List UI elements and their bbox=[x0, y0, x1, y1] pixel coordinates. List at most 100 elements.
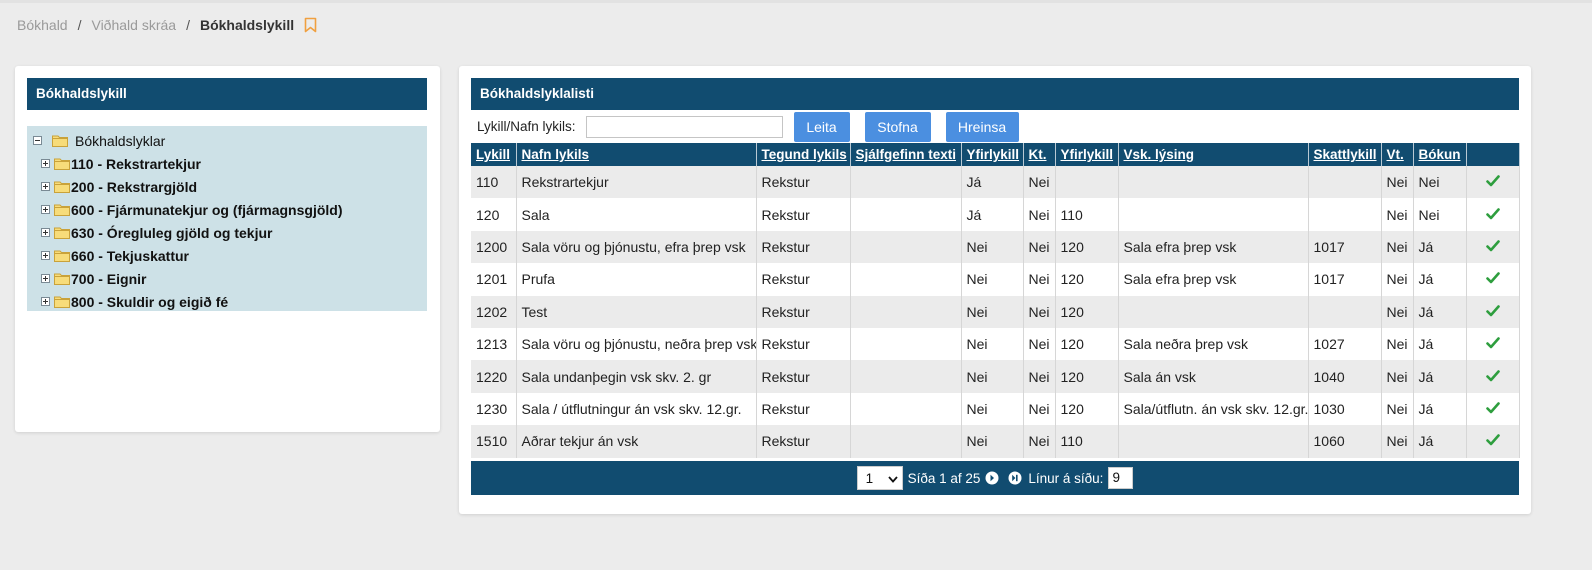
page-title: Bókhaldslykill bbox=[199, 17, 295, 33]
column-header-tegund[interactable]: Tegund lykils bbox=[756, 143, 851, 166]
check-icon[interactable] bbox=[1485, 271, 1500, 284]
account-list-panel: Bókhaldslyklalisti Lykill/Nafn lykils: L… bbox=[459, 66, 1531, 514]
next-page-icon[interactable] bbox=[985, 471, 999, 485]
cell-action bbox=[1466, 425, 1520, 458]
cell-lykill: 1230 bbox=[471, 392, 517, 426]
collapse-icon[interactable] bbox=[33, 136, 42, 145]
cell-nafn: Sala vöru og þjónustu, neðra þrep vsk bbox=[516, 327, 757, 361]
cell-lykill: 1202 bbox=[471, 295, 517, 328]
last-page-icon[interactable] bbox=[1008, 471, 1022, 485]
cell-sjalfgefinn-texti bbox=[850, 425, 962, 458]
column-header-sjalfgefinn-texti[interactable]: Sjálfgefinn texti bbox=[850, 143, 962, 166]
column-header-lykill[interactable]: Lykill bbox=[471, 143, 517, 166]
tree-item-660[interactable]: 660 - Tekjuskattur bbox=[27, 244, 427, 267]
check-icon[interactable] bbox=[1485, 207, 1500, 219]
table-row[interactable]: 1200 Sala vöru og þjónustu, efra þrep vsk… bbox=[471, 230, 1520, 264]
table-row[interactable]: 1510 Aðrar tekjur án vsk Rekstur Nei Nei 110 1… bbox=[471, 425, 1520, 458]
cell-kt: Nei bbox=[1023, 425, 1056, 458]
table-row[interactable]: 1213 Sala vöru og þjónustu, neðra þrep vs… bbox=[471, 327, 1520, 361]
cell-sjalfgefinn-texti bbox=[850, 360, 962, 393]
tree-root-label: Bókhaldslyklar bbox=[75, 132, 166, 149]
clear-button[interactable]: Hreinsa bbox=[945, 111, 1019, 142]
column-header-kt[interactable]: Kt. bbox=[1023, 143, 1056, 166]
cell-action bbox=[1466, 230, 1520, 264]
tree-item-200[interactable]: 200 - Rekstrargjöld bbox=[27, 175, 427, 198]
cell-bokun: Já bbox=[1413, 327, 1467, 361]
expand-icon[interactable] bbox=[41, 297, 50, 306]
search-button[interactable]: Leita bbox=[793, 111, 850, 142]
tree-item-630[interactable]: 630 - Óregluleg gjöld og tekjur bbox=[27, 221, 427, 244]
table-row[interactable]: 110 Rekstrartekjur Rekstur Já Nei Nei Nei bbox=[471, 166, 1520, 199]
cell-tegund: Rekstur bbox=[756, 425, 851, 458]
tree-item-600[interactable]: 600 - Fjármunatekjur og (fjármagnsgjöld) bbox=[27, 198, 427, 221]
cell-nafn: Sala bbox=[516, 198, 757, 231]
cell-yfirlykill-2: 120 bbox=[1055, 327, 1119, 361]
table-row[interactable]: 1230 Sala / útflutningur án vsk skv. 12.g… bbox=[471, 392, 1520, 426]
cell-yfirlykill-2: 110 bbox=[1055, 198, 1119, 231]
cell-tegund: Rekstur bbox=[756, 360, 851, 393]
check-icon[interactable] bbox=[1485, 304, 1500, 317]
cell-vt: Nei bbox=[1381, 425, 1414, 458]
cell-vsk-lysing bbox=[1118, 198, 1309, 231]
cell-skattlykill: 1017 bbox=[1308, 230, 1382, 264]
folder-icon bbox=[54, 157, 70, 170]
page-select[interactable]: 1 bbox=[856, 466, 903, 490]
expand-icon[interactable] bbox=[41, 159, 50, 168]
table-row[interactable]: 120 Sala Rekstur Já Nei 110 Nei Nei bbox=[471, 198, 1520, 231]
cell-kt: Nei bbox=[1023, 327, 1056, 361]
breadcrumb-link-vidhald[interactable]: Viðhald skráa bbox=[91, 17, 176, 33]
column-header-yfirlykill-2[interactable]: Yfirlykill bbox=[1055, 143, 1119, 166]
cell-yfirlykill: Nei bbox=[961, 327, 1024, 361]
column-header-vt[interactable]: Vt. bbox=[1381, 143, 1414, 166]
cell-action bbox=[1466, 360, 1520, 393]
expand-icon[interactable] bbox=[41, 182, 50, 191]
tree-item-label: 600 - Fjármunatekjur og (fjármagnsgjöld) bbox=[71, 201, 343, 218]
cell-yfirlykill: Nei bbox=[961, 230, 1024, 264]
create-button[interactable]: Stofna bbox=[864, 111, 931, 142]
expand-icon[interactable] bbox=[41, 274, 50, 283]
cell-tegund: Rekstur bbox=[756, 198, 851, 231]
rows-per-page-input[interactable]: 9 bbox=[1108, 467, 1134, 489]
search-input[interactable] bbox=[585, 115, 783, 138]
cell-action bbox=[1466, 327, 1520, 361]
check-icon[interactable] bbox=[1485, 239, 1500, 252]
cell-tegund: Rekstur bbox=[756, 295, 851, 328]
table-row[interactable]: 1201 Prufa Rekstur Nei Nei 120 Sala efra þrep … bbox=[471, 263, 1520, 296]
breadcrumb-link-bokhald[interactable]: Bókhald bbox=[17, 17, 68, 33]
folder-icon bbox=[54, 295, 70, 308]
cell-lykill: 1200 bbox=[471, 230, 517, 264]
tree-item-700[interactable]: 700 - Eignir bbox=[27, 267, 427, 290]
check-icon[interactable] bbox=[1485, 336, 1500, 349]
cell-bokun: Já bbox=[1413, 263, 1467, 296]
folder-icon bbox=[54, 203, 70, 216]
cell-kt: Nei bbox=[1023, 230, 1056, 264]
cell-vt: Nei bbox=[1381, 360, 1414, 393]
cell-bokun: Já bbox=[1413, 425, 1467, 458]
table-row[interactable]: 1220 Sala undanþegin vsk skv. 2. gr Rekstu… bbox=[471, 360, 1520, 393]
cell-kt: Nei bbox=[1023, 198, 1056, 231]
column-header-vsk-lysing[interactable]: Vsk. lýsing bbox=[1118, 143, 1309, 166]
bookmark-icon[interactable] bbox=[304, 17, 317, 33]
cell-lykill: 1201 bbox=[471, 263, 517, 296]
column-header-bokun[interactable]: Bókun bbox=[1413, 143, 1467, 166]
tree-root[interactable]: Bókhaldslyklar bbox=[27, 129, 427, 152]
cell-lykill: 1213 bbox=[471, 327, 517, 361]
expand-icon[interactable] bbox=[41, 251, 50, 260]
cell-yfirlykill: Já bbox=[961, 198, 1024, 231]
cell-tegund: Rekstur bbox=[756, 263, 851, 296]
table-row[interactable]: 1202 Test Rekstur Nei Nei 120 Nei Já bbox=[471, 295, 1520, 328]
check-icon[interactable] bbox=[1485, 174, 1500, 187]
column-header-yfirlykill[interactable]: Yfirlykill bbox=[961, 143, 1024, 166]
cell-vsk-lysing: Sala neðra þrep vsk bbox=[1118, 327, 1309, 361]
cell-lykill: 110 bbox=[471, 166, 517, 199]
column-header-nafn[interactable]: Nafn lykils bbox=[516, 143, 757, 166]
check-icon[interactable] bbox=[1485, 401, 1500, 414]
tree-item-800[interactable]: 800 - Skuldir og eigið fé bbox=[27, 290, 427, 313]
cell-vt: Nei bbox=[1381, 263, 1414, 296]
tree-item-110[interactable]: 110 - Rekstrartekjur bbox=[27, 152, 427, 175]
column-header-skattlykill[interactable]: Skattlykill bbox=[1308, 143, 1382, 166]
check-icon[interactable] bbox=[1485, 433, 1500, 446]
expand-icon[interactable] bbox=[41, 228, 50, 237]
expand-icon[interactable] bbox=[41, 205, 50, 214]
check-icon[interactable] bbox=[1485, 369, 1500, 381]
